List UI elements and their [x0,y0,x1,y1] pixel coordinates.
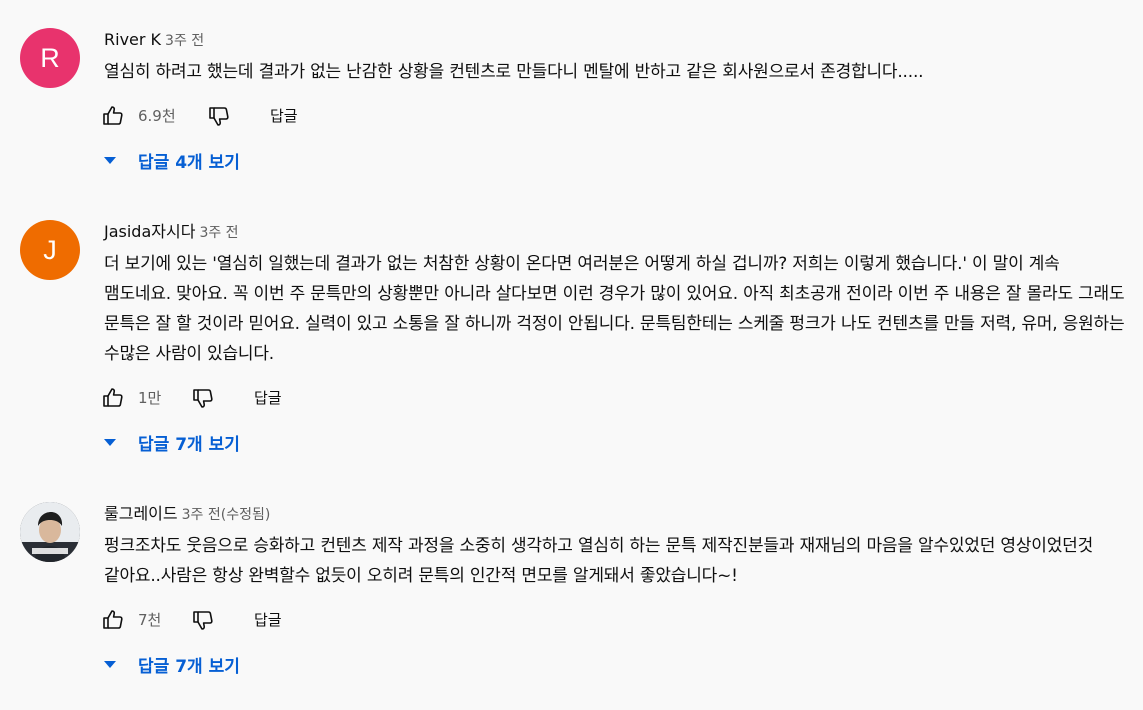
thumbs-up-icon [103,388,123,407]
comment-header: River K 3주 전 [104,28,1125,52]
dislike-button[interactable] [188,381,218,415]
comment-text: 열심히 하려고 했는데 결과가 없는 난감한 상황을 컨텐츠로 만들다니 멘탈에… [104,62,924,82]
comment-header: 룰그레이드 3주 전(수정됨) [104,502,1125,526]
view-replies-button[interactable]: 답글 7개 보기 [94,425,240,459]
comment-text: 펑크조차도 웃음으로 승화하고 컨텐츠 제작 과정을 소중히 생각하고 열심히 … [104,536,1094,586]
like-count: 7천 [138,611,162,629]
comment-actions: 1만 답글 [103,381,1125,415]
thumbs-down-icon [209,107,229,126]
caret-down-icon [104,660,116,668]
thumbs-down-icon [193,389,213,408]
comment-time[interactable]: 3주 전 [199,225,238,241]
profile-photo [20,502,80,562]
like-button[interactable] [98,381,128,415]
comment-text: 더 보기에 있는 '열심히 일했는데 결과가 없는 처참한 상황이 온다면 여러… [104,254,1125,364]
reply-button[interactable]: 답글 [246,603,290,637]
like-count: 1만 [138,389,162,407]
comment-body: 룰그레이드 3주 전(수정됨) 펑크조차도 웃음으로 승화하고 컨텐츠 제작 과정… [103,502,1125,681]
view-replies-label: 답글 4개 보기 [138,152,240,173]
comment-actions: 7천 답글 [103,603,1125,637]
comment-header: Jasida자시다 3주 전 [104,220,1125,244]
comment-time[interactable]: 3주 전 [165,33,204,49]
caret-down-icon [104,156,116,164]
author-name[interactable]: River K [104,30,161,49]
dislike-button[interactable] [188,603,218,637]
like-button[interactable] [98,603,128,637]
avatar[interactable]: R [20,28,80,88]
caret-down-icon [104,438,116,446]
reply-button[interactable]: 답글 [246,381,290,415]
reply-button[interactable]: 답글 [262,99,306,133]
author-name[interactable]: Jasida자시다 [104,222,195,241]
thumbs-down-icon [193,611,213,630]
comment-actions: 6.9천 답글 [103,99,1125,133]
view-replies-label: 답글 7개 보기 [138,656,240,677]
thumbs-up-icon [103,106,123,125]
avatar[interactable] [20,502,80,562]
avatar[interactable]: J [20,220,80,280]
author-name[interactable]: 룰그레이드 [104,504,178,523]
like-button[interactable] [98,99,128,133]
comment-body: Jasida자시다 3주 전 더 보기에 있는 '열심히 일했는데 결과가 없는 … [103,220,1125,459]
view-replies-button[interactable]: 답글 7개 보기 [94,647,240,681]
comment-time[interactable]: 3주 전(수정됨) [182,507,271,523]
view-replies-button[interactable]: 답글 4개 보기 [94,143,240,177]
view-replies-label: 답글 7개 보기 [138,434,240,455]
comment-body: River K 3주 전 열심히 하려고 했는데 결과가 없는 난감한 상황을 컨… [103,28,1125,177]
like-count: 6.9천 [138,107,176,125]
thumbs-up-icon [103,610,123,629]
dislike-button[interactable] [204,99,234,133]
